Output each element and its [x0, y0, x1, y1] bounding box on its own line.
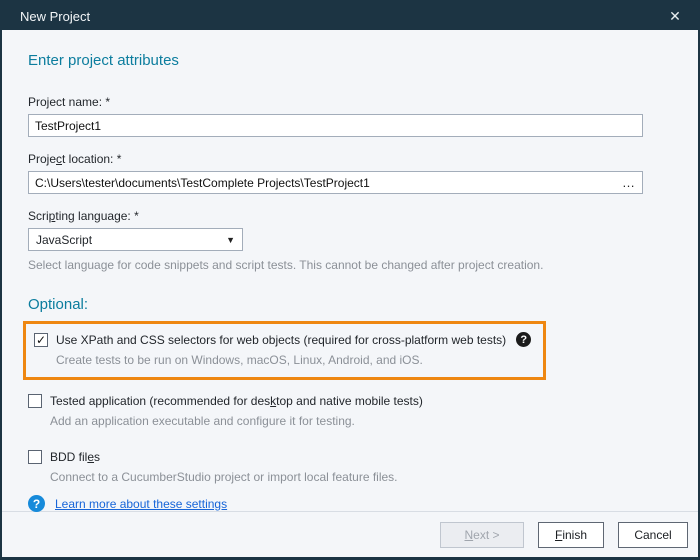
label-text: inish [562, 528, 587, 542]
tested-app-checkbox-label[interactable]: Tested application (recommended for desk… [50, 394, 423, 408]
scripting-language-label: Scripting language: * [28, 209, 670, 223]
browse-button[interactable]: … [617, 173, 641, 192]
project-location-field: … [28, 171, 643, 194]
bdd-hint: Connect to a CucumberStudio project or i… [50, 470, 670, 484]
bdd-checkbox-label[interactable]: BDD files [50, 450, 100, 464]
learn-more-link[interactable]: Learn more about these settings [55, 497, 227, 511]
label-text: ext > [473, 528, 499, 542]
next-button[interactable]: Next > [440, 522, 524, 548]
title-bar: New Project ✕ [2, 2, 698, 30]
label-text: Proje [28, 152, 56, 166]
xpath-checkbox-label[interactable]: Use XPath and CSS selectors for web obje… [56, 333, 506, 347]
tested-app-checkbox[interactable] [28, 394, 42, 408]
xpath-help-icon[interactable]: ? [516, 332, 531, 347]
project-location-label: Project location: * [28, 152, 670, 166]
tested-app-hint: Add an application executable and config… [50, 414, 670, 428]
scripting-language-select[interactable]: JavaScript ▼ [28, 228, 243, 251]
bdd-group: BDD files Connect to a CucumberStudio pr… [28, 450, 670, 484]
new-project-dialog: New Project ✕ Enter project attributes P… [0, 0, 700, 560]
dialog-body: Enter project attributes Project name: *… [2, 30, 698, 511]
bdd-checkbox[interactable] [28, 450, 42, 464]
chevron-down-icon: ▼ [226, 235, 235, 245]
xpath-highlight-box: Use XPath and CSS selectors for web obje… [23, 321, 546, 380]
project-name-label: Project name: * [28, 95, 670, 109]
label-text: top and native mobile tests) [276, 394, 423, 408]
optional-heading: Optional: [28, 296, 670, 313]
help-icon[interactable]: ? [28, 495, 45, 512]
language-hint: Select language for code snippets and sc… [28, 258, 670, 272]
xpath-hint: Create tests to be run on Windows, macOS… [56, 353, 535, 367]
finish-button[interactable]: Finish [538, 522, 604, 548]
tested-app-group: Tested application (recommended for desk… [28, 394, 670, 428]
learn-more-row: ? Learn more about these settings [28, 495, 227, 512]
close-icon[interactable]: ✕ [662, 5, 688, 27]
project-name-input[interactable] [28, 114, 643, 137]
label-text: s [94, 450, 100, 464]
label-text: t location: * [62, 152, 121, 166]
selected-language: JavaScript [36, 233, 92, 247]
cancel-button[interactable]: Cancel [618, 522, 688, 548]
project-location-input[interactable] [28, 171, 643, 194]
xpath-checkbox[interactable] [34, 333, 48, 347]
page-title: Enter project attributes [28, 52, 670, 69]
label-text: BDD fil [50, 450, 87, 464]
button-bar: Next > Finish Cancel [2, 511, 698, 557]
label-text: ting language: * [55, 209, 138, 223]
label-text: Tested application (recommended for des [50, 394, 270, 408]
label-mnemonic: N [464, 528, 473, 542]
label-text: Scri [28, 209, 49, 223]
dialog-title: New Project [20, 9, 90, 24]
